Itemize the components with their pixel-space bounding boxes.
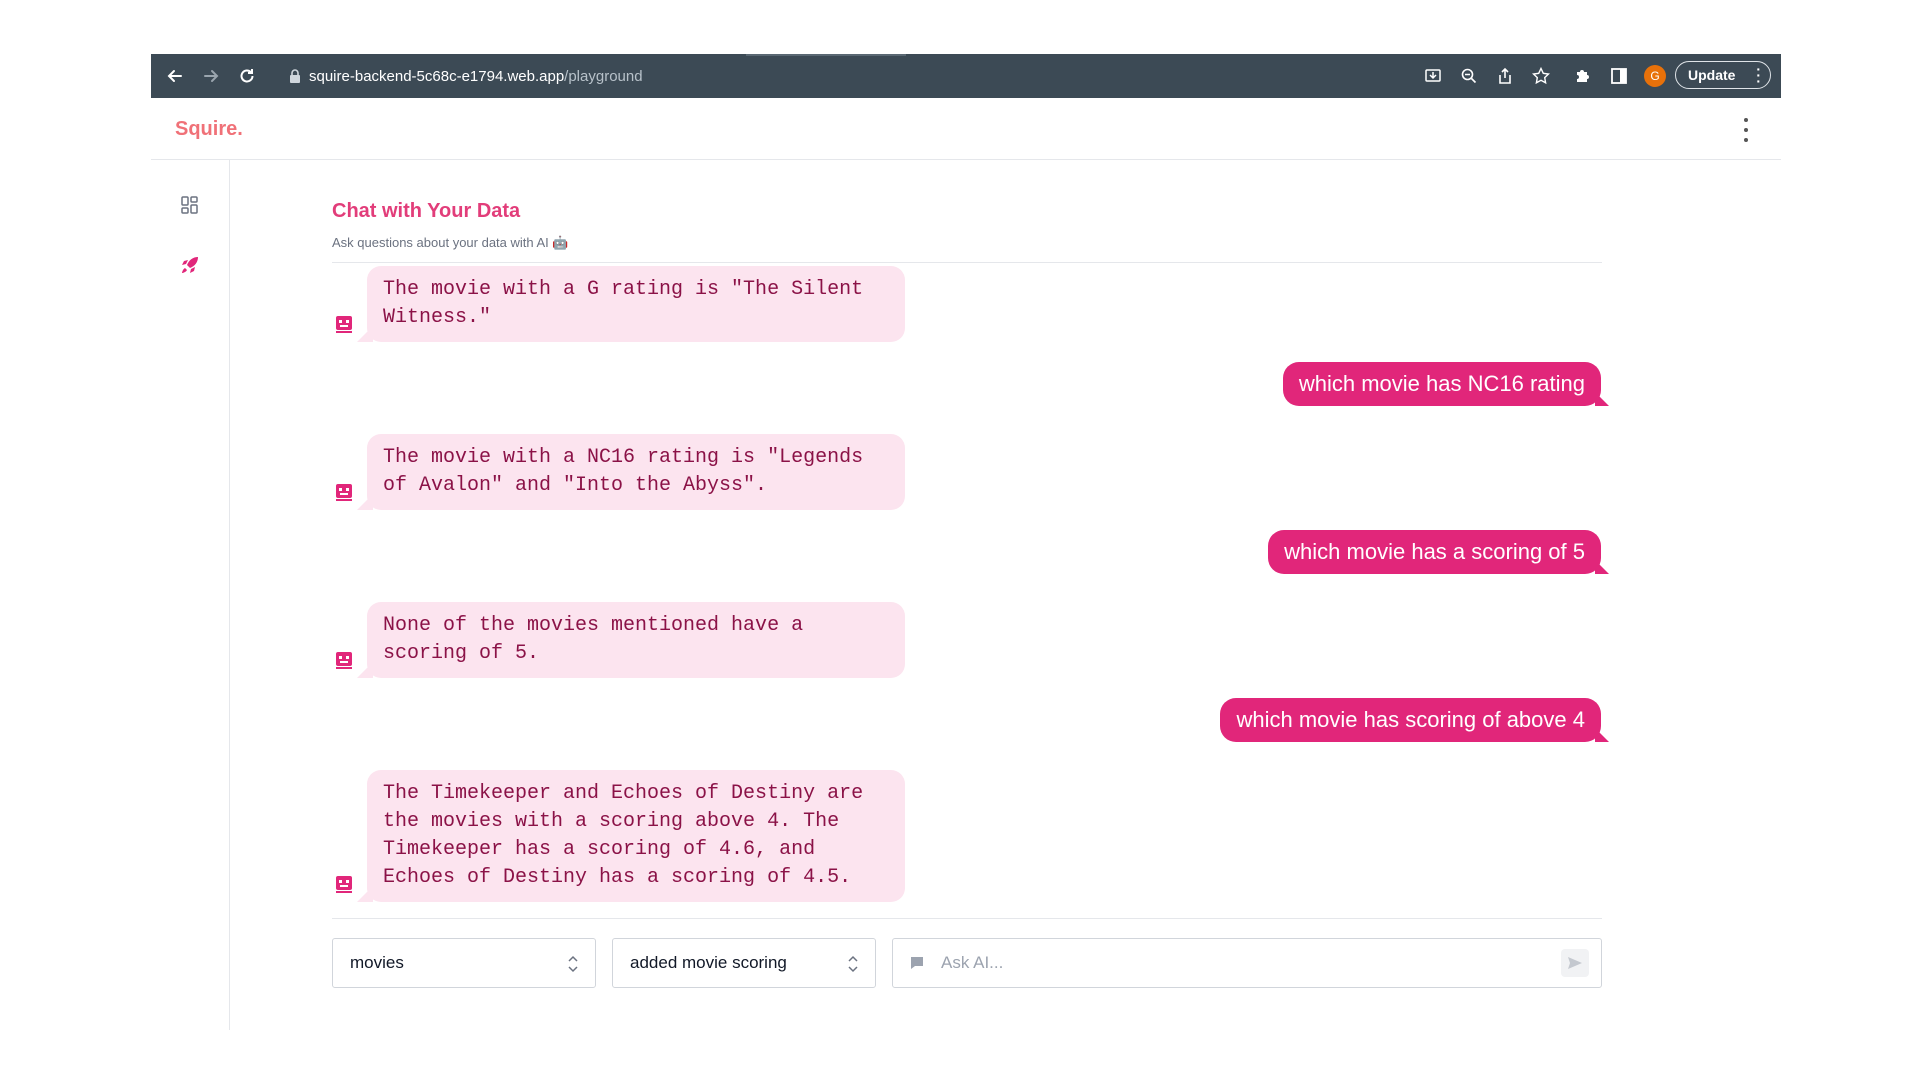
dot (1744, 128, 1748, 132)
sidebar-item-playground[interactable] (177, 252, 203, 278)
forward-button[interactable] (199, 64, 223, 88)
dot (1744, 138, 1748, 142)
url-text: squire-backend-5c68c-e1794.web.app/playg… (309, 68, 643, 85)
back-button[interactable] (163, 64, 187, 88)
browser-menu-icon: · · · (1756, 61, 1761, 89)
sidebar-item-dashboard[interactable] (177, 192, 203, 218)
url-path: /playground (564, 68, 643, 85)
user-message: which movie has a scoring of 5 (1268, 530, 1601, 574)
puzzle-icon (1577, 70, 1589, 82)
send-button[interactable] (1561, 949, 1589, 977)
bot-icon (336, 484, 352, 501)
dot (1744, 118, 1748, 122)
chat-bubble-icon (911, 957, 923, 969)
browser-toolbar: squire-backend-5c68c-e1794.web.app/playg… (151, 54, 1781, 98)
dashboard-icon (181, 196, 198, 214)
arrow-left-icon (167, 70, 182, 82)
version-select[interactable]: added movie scoring (612, 938, 876, 988)
rocket-icon (182, 257, 198, 273)
ask-ai-input[interactable] (941, 951, 1541, 975)
brand-logo[interactable]: Squire. (175, 118, 243, 141)
lock-icon (290, 69, 300, 83)
bookmark-button[interactable] (1529, 64, 1553, 88)
share-icon (1499, 67, 1511, 84)
dataset-select-value: movies (350, 953, 404, 972)
chevron-up-down-icon (568, 955, 578, 973)
tab-strip-hint (746, 54, 906, 56)
version-select-value: added movie scoring (630, 953, 787, 972)
address-bar[interactable]: squire-backend-5c68c-e1794.web.app/playg… (281, 61, 1541, 91)
ai-message: The movie with a G rating is "The Silent… (367, 266, 905, 342)
install-app-button[interactable] (1421, 64, 1445, 88)
bot-icon (336, 652, 352, 669)
more-options-button[interactable] (1741, 118, 1751, 142)
bot-icon (336, 316, 352, 333)
bot-icon (336, 876, 352, 893)
ai-message: None of the movies mentioned have a scor… (367, 602, 905, 678)
install-icon (1425, 69, 1441, 82)
app-header: Squire. (151, 98, 1781, 160)
side-panel-icon (1611, 68, 1627, 84)
arrow-right-icon (204, 70, 219, 82)
ai-message: The movie with a NC16 rating is "Legends… (367, 434, 905, 510)
update-button[interactable]: Update · · · (1675, 61, 1771, 89)
zoom-button[interactable] (1457, 64, 1481, 88)
browser-window: squire-backend-5c68c-e1794.web.app/playg… (151, 54, 1781, 1030)
user-message: which movie has scoring of above 4 (1220, 698, 1601, 742)
ask-ai-box (892, 938, 1602, 988)
page-title: Chat with Your Data (332, 200, 521, 222)
user-message: which movie has NC16 rating (1282, 362, 1601, 406)
update-label: Update (1688, 67, 1736, 83)
dataset-select[interactable]: movies (332, 938, 596, 988)
extensions-button[interactable] (1571, 64, 1595, 88)
reload-button[interactable] (235, 64, 259, 88)
send-icon (1568, 957, 1582, 969)
header-divider (332, 262, 1602, 263)
url-host: squire-backend-5c68c-e1794.web.app (309, 68, 565, 85)
zoom-icon (1461, 68, 1477, 84)
share-button[interactable] (1493, 64, 1517, 88)
ai-message: The Timekeeper and Echoes of Destiny are… (367, 770, 905, 902)
sidebar (151, 160, 230, 1030)
reload-icon (240, 69, 254, 83)
profile-avatar[interactable]: G (1644, 65, 1666, 87)
star-icon (1532, 67, 1550, 85)
page-subtitle: Ask questions about your data with AI 🤖 (332, 235, 569, 250)
chevron-up-down-icon (848, 955, 858, 973)
side-panel-button[interactable] (1607, 64, 1631, 88)
composer-divider (332, 918, 1602, 919)
